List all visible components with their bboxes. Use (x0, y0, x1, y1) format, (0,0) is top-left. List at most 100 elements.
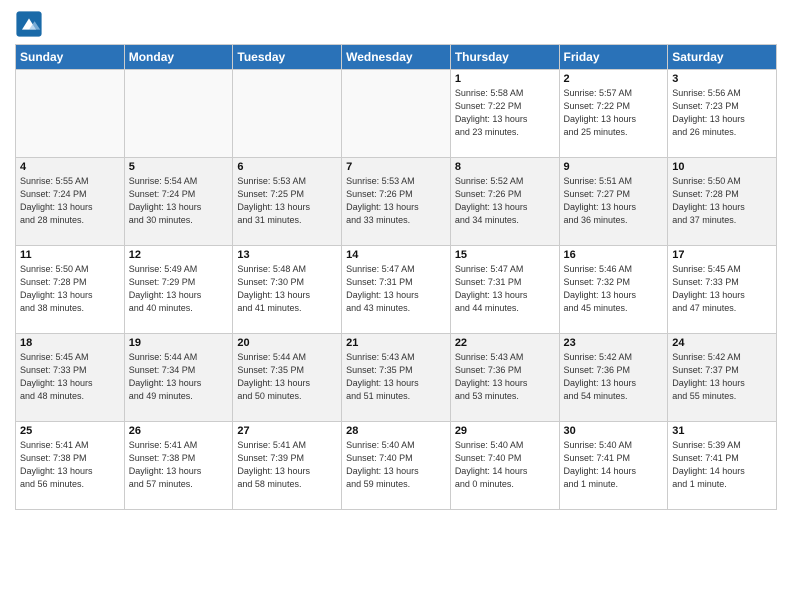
calendar-day-cell: 31Sunrise: 5:39 AM Sunset: 7:41 PM Dayli… (668, 422, 777, 510)
day-info: Sunrise: 5:47 AM Sunset: 7:31 PM Dayligh… (346, 263, 446, 315)
day-info: Sunrise: 5:57 AM Sunset: 7:22 PM Dayligh… (564, 87, 664, 139)
day-info: Sunrise: 5:45 AM Sunset: 7:33 PM Dayligh… (20, 351, 120, 403)
day-info: Sunrise: 5:58 AM Sunset: 7:22 PM Dayligh… (455, 87, 555, 139)
day-info: Sunrise: 5:44 AM Sunset: 7:35 PM Dayligh… (237, 351, 337, 403)
day-info: Sunrise: 5:42 AM Sunset: 7:36 PM Dayligh… (564, 351, 664, 403)
day-number: 15 (455, 249, 555, 261)
calendar-week-row: 25 Sunrise: 5:41 AM Sunset: 7:38 PM Dayli… (16, 422, 777, 510)
day-info: Sunrise: 5:43 AM Sunset: 7:36 PM Dayligh… (455, 351, 555, 403)
calendar-day-cell (16, 70, 125, 158)
calendar-day-cell: 24Sunrise: 5:42 AM Sunset: 7:37 PM Dayli… (668, 334, 777, 422)
calendar-week-row: 11 Sunrise: 5:50 AM Sunset: 7:28 PM Dayli… (16, 246, 777, 334)
day-info: Sunrise: 5:43 AM Sunset: 7:35 PM Dayligh… (346, 351, 446, 403)
day-number: 19 (129, 337, 229, 349)
calendar-day-cell: 11 Sunrise: 5:50 AM Sunset: 7:28 PM Dayli… (16, 246, 125, 334)
day-info: Sunrise: 5:55 AM Sunset: 7:24 PM Dayligh… (20, 175, 120, 227)
calendar-day-cell: 1Sunrise: 5:58 AM Sunset: 7:22 PM Daylig… (450, 70, 559, 158)
day-number: 26 (129, 425, 229, 437)
calendar-day-cell: 17 Sunrise: 5:45 AM Sunset: 7:33 PM Dayli… (668, 246, 777, 334)
day-info: Sunrise: 5:40 AM Sunset: 7:41 PM Dayligh… (564, 439, 664, 491)
calendar-day-cell: 20 Sunrise: 5:44 AM Sunset: 7:35 PM Dayli… (233, 334, 342, 422)
day-info: Sunrise: 5:41 AM Sunset: 7:38 PM Dayligh… (20, 439, 120, 491)
calendar-day-cell: 29Sunrise: 5:40 AM Sunset: 7:40 PM Dayli… (450, 422, 559, 510)
day-number: 11 (20, 249, 120, 261)
day-info: Sunrise: 5:49 AM Sunset: 7:29 PM Dayligh… (129, 263, 229, 315)
day-info: Sunrise: 5:48 AM Sunset: 7:30 PM Dayligh… (237, 263, 337, 315)
day-number: 10 (672, 161, 772, 173)
day-number: 5 (129, 161, 229, 173)
weekday-row: SundayMondayTuesdayWednesdayThursdayFrid… (16, 45, 777, 70)
day-number: 16 (564, 249, 664, 261)
weekday-header: Wednesday (342, 45, 451, 70)
weekday-header: Monday (124, 45, 233, 70)
calendar-day-cell: 15 Sunrise: 5:47 AM Sunset: 7:31 PM Dayli… (450, 246, 559, 334)
day-number: 14 (346, 249, 446, 261)
calendar-day-cell: 2Sunrise: 5:57 AM Sunset: 7:22 PM Daylig… (559, 70, 668, 158)
day-number: 6 (237, 161, 337, 173)
calendar-week-row: 1Sunrise: 5:58 AM Sunset: 7:22 PM Daylig… (16, 70, 777, 158)
day-number: 21 (346, 337, 446, 349)
calendar-day-cell: 12 Sunrise: 5:49 AM Sunset: 7:29 PM Dayli… (124, 246, 233, 334)
day-info: Sunrise: 5:44 AM Sunset: 7:34 PM Dayligh… (129, 351, 229, 403)
calendar-day-cell: 18Sunrise: 5:45 AM Sunset: 7:33 PM Dayli… (16, 334, 125, 422)
calendar-header: SundayMondayTuesdayWednesdayThursdayFrid… (16, 45, 777, 70)
day-number: 25 (20, 425, 120, 437)
day-number: 7 (346, 161, 446, 173)
calendar-day-cell: 30 Sunrise: 5:40 AM Sunset: 7:41 PM Dayli… (559, 422, 668, 510)
weekday-header: Sunday (16, 45, 125, 70)
calendar-day-cell: 25 Sunrise: 5:41 AM Sunset: 7:38 PM Dayli… (16, 422, 125, 510)
calendar: SundayMondayTuesdayWednesdayThursdayFrid… (15, 44, 777, 510)
header (15, 10, 777, 38)
weekday-header: Friday (559, 45, 668, 70)
day-number: 28 (346, 425, 446, 437)
calendar-day-cell: 4 Sunrise: 5:55 AM Sunset: 7:24 PM Daylig… (16, 158, 125, 246)
calendar-body: 1Sunrise: 5:58 AM Sunset: 7:22 PM Daylig… (16, 70, 777, 510)
calendar-day-cell: 7Sunrise: 5:53 AM Sunset: 7:26 PM Daylig… (342, 158, 451, 246)
calendar-day-cell (124, 70, 233, 158)
day-number: 30 (564, 425, 664, 437)
day-number: 17 (672, 249, 772, 261)
day-info: Sunrise: 5:47 AM Sunset: 7:31 PM Dayligh… (455, 263, 555, 315)
calendar-day-cell: 22 Sunrise: 5:43 AM Sunset: 7:36 PM Dayli… (450, 334, 559, 422)
day-info: Sunrise: 5:52 AM Sunset: 7:26 PM Dayligh… (455, 175, 555, 227)
calendar-day-cell (233, 70, 342, 158)
day-number: 12 (129, 249, 229, 261)
calendar-day-cell: 26 Sunrise: 5:41 AM Sunset: 7:38 PM Dayli… (124, 422, 233, 510)
calendar-day-cell: 23 Sunrise: 5:42 AM Sunset: 7:36 PM Dayli… (559, 334, 668, 422)
calendar-week-row: 4 Sunrise: 5:55 AM Sunset: 7:24 PM Daylig… (16, 158, 777, 246)
day-number: 20 (237, 337, 337, 349)
day-info: Sunrise: 5:42 AM Sunset: 7:37 PM Dayligh… (672, 351, 772, 403)
day-number: 27 (237, 425, 337, 437)
calendar-week-row: 18Sunrise: 5:45 AM Sunset: 7:33 PM Dayli… (16, 334, 777, 422)
day-info: Sunrise: 5:56 AM Sunset: 7:23 PM Dayligh… (672, 87, 772, 139)
calendar-day-cell (342, 70, 451, 158)
page: SundayMondayTuesdayWednesdayThursdayFrid… (0, 0, 792, 612)
day-info: Sunrise: 5:51 AM Sunset: 7:27 PM Dayligh… (564, 175, 664, 227)
day-number: 9 (564, 161, 664, 173)
calendar-day-cell: 28Sunrise: 5:40 AM Sunset: 7:40 PM Dayli… (342, 422, 451, 510)
day-info: Sunrise: 5:40 AM Sunset: 7:40 PM Dayligh… (455, 439, 555, 491)
calendar-day-cell: 21 Sunrise: 5:43 AM Sunset: 7:35 PM Dayli… (342, 334, 451, 422)
day-number: 4 (20, 161, 120, 173)
day-info: Sunrise: 5:53 AM Sunset: 7:25 PM Dayligh… (237, 175, 337, 227)
day-number: 22 (455, 337, 555, 349)
day-info: Sunrise: 5:45 AM Sunset: 7:33 PM Dayligh… (672, 263, 772, 315)
day-info: Sunrise: 5:41 AM Sunset: 7:38 PM Dayligh… (129, 439, 229, 491)
calendar-day-cell: 13Sunrise: 5:48 AM Sunset: 7:30 PM Dayli… (233, 246, 342, 334)
calendar-day-cell: 19 Sunrise: 5:44 AM Sunset: 7:34 PM Dayli… (124, 334, 233, 422)
weekday-header: Thursday (450, 45, 559, 70)
calendar-day-cell: 8Sunrise: 5:52 AM Sunset: 7:26 PM Daylig… (450, 158, 559, 246)
calendar-day-cell: 10 Sunrise: 5:50 AM Sunset: 7:28 PM Dayli… (668, 158, 777, 246)
day-info: Sunrise: 5:50 AM Sunset: 7:28 PM Dayligh… (672, 175, 772, 227)
calendar-day-cell: 16Sunrise: 5:46 AM Sunset: 7:32 PM Dayli… (559, 246, 668, 334)
day-number: 31 (672, 425, 772, 437)
day-info: Sunrise: 5:50 AM Sunset: 7:28 PM Dayligh… (20, 263, 120, 315)
day-number: 3 (672, 73, 772, 85)
calendar-day-cell: 14 Sunrise: 5:47 AM Sunset: 7:31 PM Dayli… (342, 246, 451, 334)
calendar-day-cell: 5 Sunrise: 5:54 AM Sunset: 7:24 PM Daylig… (124, 158, 233, 246)
day-number: 23 (564, 337, 664, 349)
calendar-day-cell: 6 Sunrise: 5:53 AM Sunset: 7:25 PM Daylig… (233, 158, 342, 246)
day-info: Sunrise: 5:54 AM Sunset: 7:24 PM Dayligh… (129, 175, 229, 227)
logo (15, 10, 47, 38)
calendar-day-cell: 27Sunrise: 5:41 AM Sunset: 7:39 PM Dayli… (233, 422, 342, 510)
